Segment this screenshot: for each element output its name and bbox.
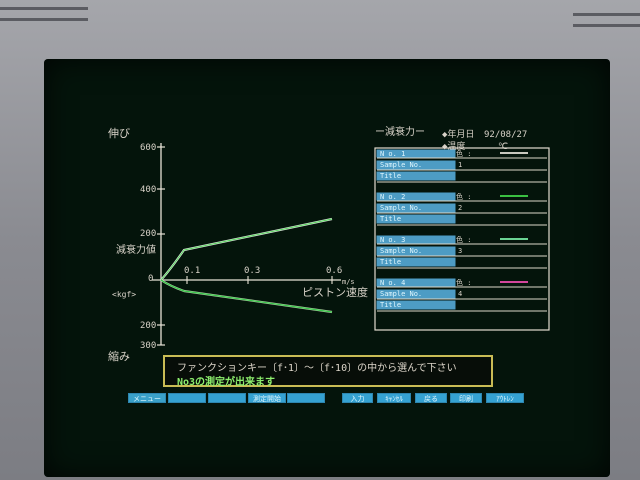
row1-color-label: 色 :: [456, 149, 471, 158]
message-line-2: No3の測定が出来ます: [177, 377, 276, 388]
fkey-menu[interactable]: メニュー: [128, 393, 166, 403]
top-left-vent-2: [0, 18, 88, 21]
message-line-1: ファンクションキー〔f･1〕～〔f･10〕の中から選んで下さい: [177, 363, 457, 374]
crt-screen: 伸び 600 400 200 0 200 300 縮み 減衰力値 <kgf> 0…: [44, 59, 610, 477]
x-label-0.1: 0.1: [184, 266, 200, 276]
fkey-blank-2[interactable]: [208, 393, 246, 403]
fkey-cancel[interactable]: ｷｬﾝｾﾙ: [377, 393, 411, 403]
message-box: ファンクションキー〔f･1〕～〔f･10〕の中から選んで下さい No3の測定が出…: [163, 355, 493, 388]
row4-sample-value: 4: [458, 290, 462, 298]
y-bottom-label: 縮み: [108, 349, 130, 363]
fkey-input[interactable]: 入力: [342, 393, 373, 403]
fkey-blank-3[interactable]: [287, 393, 325, 403]
y-tick-600: 600: [140, 143, 156, 153]
row2-color-label: 色 :: [456, 192, 471, 201]
date-label: ◆年月日: [442, 128, 474, 140]
y-tick-0: 0: [148, 274, 153, 284]
row4-title-label: Title: [380, 301, 401, 309]
y-unit-label: <kgf>: [112, 290, 136, 299]
row1-no: N o. 1: [380, 150, 405, 158]
row3-no: N o. 3: [380, 236, 405, 244]
row1-sample-label: Sample No.: [380, 161, 422, 169]
row2-no: N o. 2: [380, 193, 405, 201]
fkey-blank-1[interactable]: [168, 393, 206, 403]
top-left-vent: [0, 7, 88, 10]
y-tick-300-neg: 300: [140, 341, 156, 351]
row4-color-label: 色 :: [456, 278, 471, 287]
row4-sample-label: Sample No.: [380, 290, 422, 298]
top-right-vent-2: [573, 24, 640, 27]
fkey-print[interactable]: 印刷: [450, 393, 482, 403]
row2-title-label: Title: [380, 215, 401, 223]
row1-title-label: Title: [380, 172, 401, 180]
row2-sample-value: 2: [458, 204, 462, 212]
temp-value: ℃: [498, 142, 508, 152]
row4-no: N o. 4: [380, 279, 405, 287]
x-label-0.6: 0.6: [326, 266, 342, 276]
row3-sample-value: 3: [458, 247, 462, 255]
y-tick-200-neg: 200: [140, 321, 156, 331]
fkey-back[interactable]: 戻る: [415, 393, 447, 403]
x-label-0.3: 0.3: [244, 266, 260, 276]
x-unit: m/s: [342, 278, 355, 286]
x-axis-label: ピストン速度: [302, 285, 368, 299]
date-value: 92/08/27: [484, 130, 527, 140]
row2-sample-label: Sample No.: [380, 204, 422, 212]
panel-heading: ー減衰力ー: [375, 125, 425, 138]
top-right-vent: [573, 13, 640, 16]
row3-color-label: 色 :: [456, 235, 471, 244]
y-axis-vertical-label: 減衰力値: [116, 243, 156, 256]
y-top-label: 伸び: [108, 127, 130, 140]
fkey-auto[interactable]: ｱｳﾄﾚﾝ: [486, 393, 524, 403]
y-tick-400: 400: [140, 185, 156, 195]
fkey-measure-start[interactable]: 測定開始: [248, 393, 286, 403]
row1-sample-value: 1: [458, 161, 462, 169]
row3-title-label: Title: [380, 258, 401, 266]
y-tick-200: 200: [140, 229, 156, 239]
graph-and-panel: 伸び 600 400 200 0 200 300 縮み 減衰力値 <kgf> 0…: [108, 125, 550, 363]
row3-sample-label: Sample No.: [380, 247, 422, 255]
